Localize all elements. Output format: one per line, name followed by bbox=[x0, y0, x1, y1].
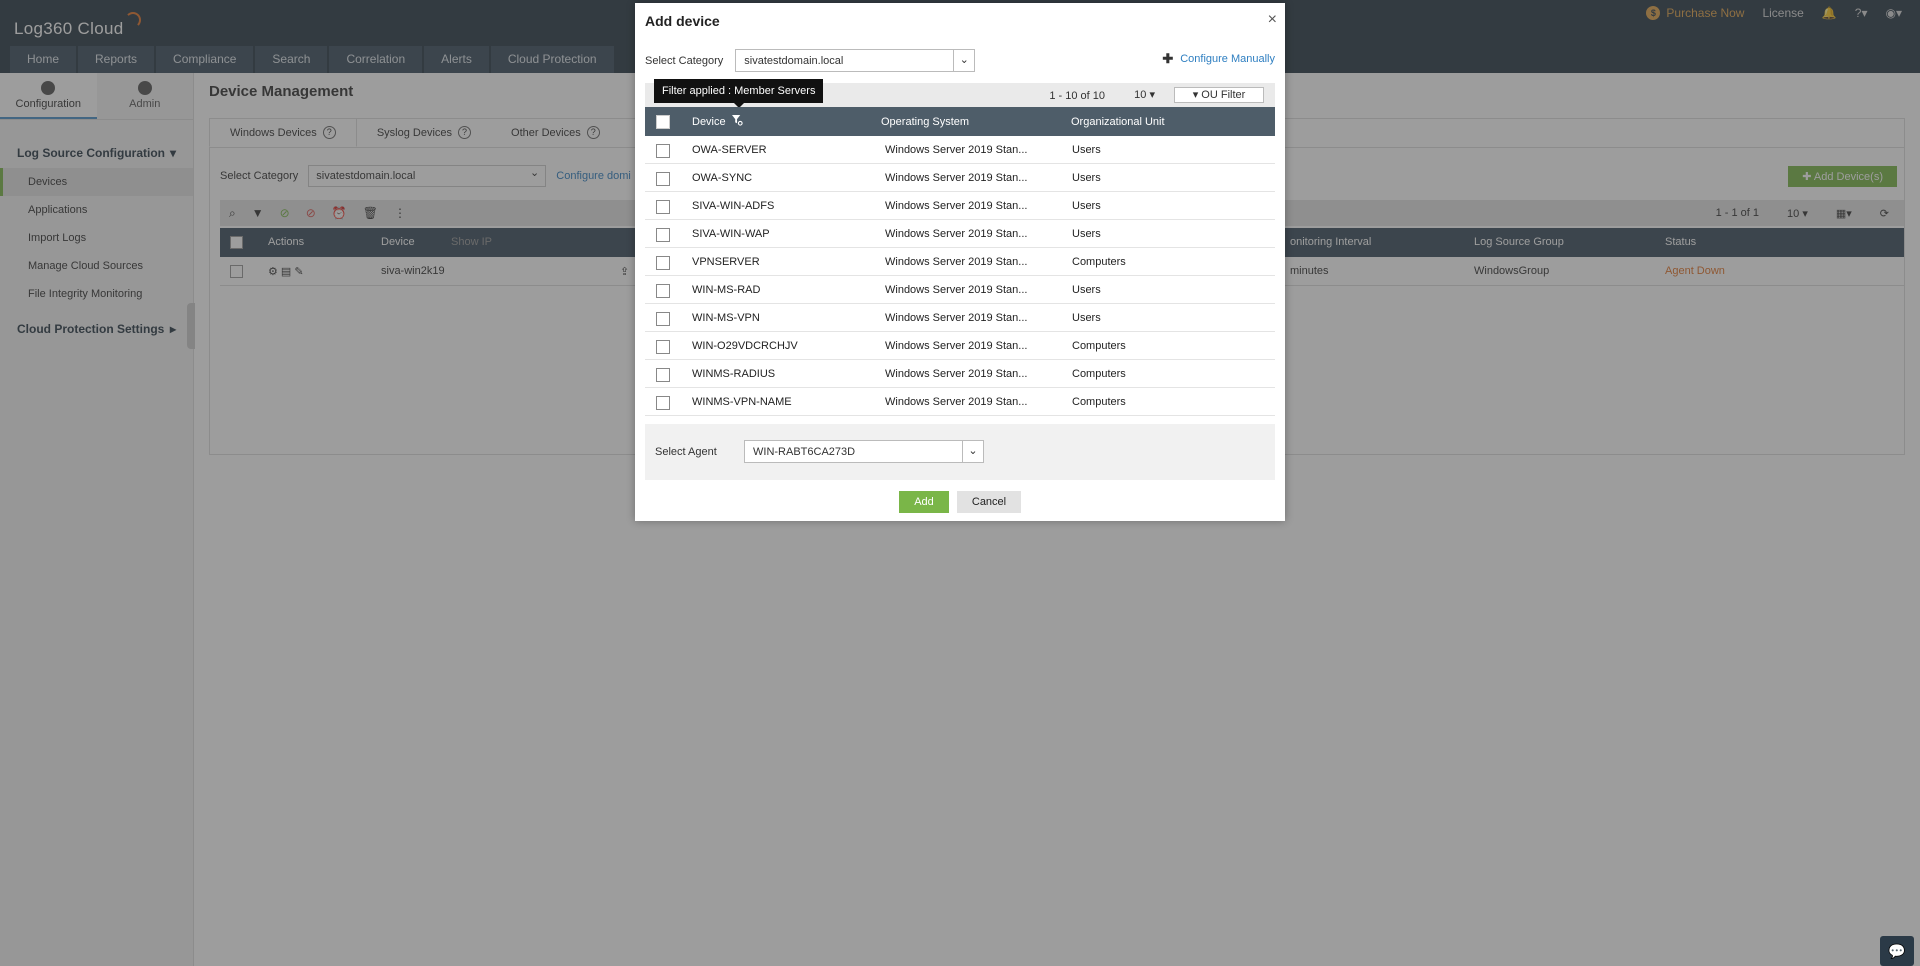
table-row[interactable]: SIVA-WIN-WAP Windows Server 2019 Stan... U… bbox=[645, 220, 1275, 248]
cancel-button[interactable]: Cancel bbox=[957, 491, 1021, 513]
table-row[interactable]: VPNSERVER Windows Server 2019 Stan... Comp… bbox=[645, 248, 1275, 276]
row-checkbox[interactable] bbox=[656, 228, 670, 242]
table-row[interactable]: OWA-SERVER Windows Server 2019 Stan... Use… bbox=[645, 136, 1275, 164]
select-all-checkbox[interactable] bbox=[656, 115, 670, 129]
row-os: Windows Server 2019 Stan... bbox=[885, 228, 1028, 240]
row-os: Windows Server 2019 Stan... bbox=[885, 396, 1028, 408]
category-select[interactable]: sivatestdomain.local ⌄ bbox=[735, 49, 976, 72]
category-value: sivatestdomain.local bbox=[744, 55, 844, 67]
chat-icon[interactable]: 💬 bbox=[1880, 936, 1914, 966]
row-device: OWA-SERVER bbox=[692, 144, 767, 156]
row-device: WIN-O29VDCRCHJV bbox=[692, 340, 798, 352]
row-device: WINMS-VPN-NAME bbox=[692, 396, 792, 408]
row-checkbox[interactable] bbox=[656, 368, 670, 382]
funnel-icon: ▾ bbox=[1192, 89, 1199, 101]
close-icon[interactable]: × bbox=[1268, 11, 1277, 29]
row-device: SIVA-WIN-WAP bbox=[692, 228, 770, 240]
row-os: Windows Server 2019 Stan... bbox=[885, 284, 1028, 296]
row-ou: Computers bbox=[1072, 396, 1126, 408]
table-row[interactable]: SIVA-WIN-ADFS Windows Server 2019 Stan...… bbox=[645, 192, 1275, 220]
row-os: Windows Server 2019 Stan... bbox=[885, 368, 1028, 380]
row-ou: Users bbox=[1072, 200, 1101, 212]
add-button[interactable]: Add bbox=[899, 491, 949, 513]
row-os: Windows Server 2019 Stan... bbox=[885, 340, 1028, 352]
row-device: WIN-MS-VPN bbox=[692, 312, 760, 324]
row-checkbox[interactable] bbox=[656, 172, 670, 186]
perpage-value: 10 bbox=[1134, 89, 1147, 101]
row-checkbox[interactable] bbox=[656, 200, 670, 214]
ou-filter-label: OU Filter bbox=[1201, 89, 1246, 101]
filter-tooltip: Filter applied : Member Servers bbox=[654, 79, 824, 108]
table-row[interactable]: WIN-MS-VPN Windows Server 2019 Stan... Use… bbox=[645, 304, 1275, 332]
row-ou: Users bbox=[1072, 284, 1101, 296]
dialog-perpage-select[interactable]: 10 ▾ bbox=[1134, 88, 1155, 101]
plus-icon: ✚ bbox=[1162, 51, 1174, 66]
table-row[interactable]: WIN-O29VDCRCHJV Windows Server 2019 Stan.… bbox=[645, 332, 1275, 360]
row-checkbox[interactable] bbox=[656, 144, 670, 158]
row-checkbox[interactable] bbox=[656, 312, 670, 326]
configure-manually-link[interactable]: ✚ Configure Manually bbox=[1162, 51, 1275, 67]
dialog-pager: 1 - 10 of 10 bbox=[1049, 90, 1105, 102]
row-os: Windows Server 2019 Stan... bbox=[885, 256, 1028, 268]
row-os: Windows Server 2019 Stan... bbox=[885, 200, 1028, 212]
table-row[interactable]: WINMS-RADIUS Windows Server 2019 Stan... C… bbox=[645, 360, 1275, 388]
row-checkbox[interactable] bbox=[656, 340, 670, 354]
category-row: Select Category sivatestdomain.local ⌄ bbox=[645, 49, 976, 72]
category-label: Select Category bbox=[645, 54, 724, 67]
chevron-down-icon: ⌄ bbox=[953, 50, 974, 71]
row-ou: Users bbox=[1072, 228, 1101, 240]
device-table-header: Device Operating System Organizational U… bbox=[645, 107, 1275, 136]
row-device: VPNSERVER bbox=[692, 256, 760, 268]
row-os: Windows Server 2019 Stan... bbox=[885, 144, 1028, 156]
row-ou: Computers bbox=[1072, 340, 1126, 352]
row-ou: Users bbox=[1072, 172, 1101, 184]
row-ou: Computers bbox=[1072, 256, 1126, 268]
row-ou: Users bbox=[1072, 144, 1101, 156]
row-device: WINMS-RADIUS bbox=[692, 368, 776, 380]
row-checkbox[interactable] bbox=[656, 256, 670, 270]
add-device-dialog: Add device × Select Category sivatestdom… bbox=[635, 3, 1285, 521]
col-organizational-unit[interactable]: Organizational Unit bbox=[1071, 116, 1165, 128]
col-operating-system[interactable]: Operating System bbox=[881, 116, 969, 128]
row-device: OWA-SYNC bbox=[692, 172, 753, 184]
row-ou: Computers bbox=[1072, 368, 1126, 380]
table-row[interactable]: OWA-SYNC Windows Server 2019 Stan... Users bbox=[645, 164, 1275, 192]
row-checkbox[interactable] bbox=[656, 396, 670, 410]
table-row[interactable]: WINMS-VPN-NAME Windows Server 2019 Stan..… bbox=[645, 388, 1275, 416]
agent-label: Select Agent bbox=[655, 446, 717, 458]
configure-manually-label: Configure Manually bbox=[1180, 53, 1275, 65]
device-table: Device Operating System Organizational U… bbox=[645, 107, 1275, 416]
table-row[interactable]: WIN-MS-RAD Windows Server 2019 Stan... Use… bbox=[645, 276, 1275, 304]
dialog-toolbar: Filter applied : Member Servers 1 - 10 o… bbox=[645, 79, 1275, 108]
row-os: Windows Server 2019 Stan... bbox=[885, 312, 1028, 324]
col-device[interactable]: Device bbox=[692, 116, 726, 128]
row-ou: Users bbox=[1072, 312, 1101, 324]
row-device: SIVA-WIN-ADFS bbox=[692, 200, 775, 212]
row-checkbox[interactable] bbox=[656, 284, 670, 298]
agent-select[interactable]: WIN-RABT6CA273D ⌄ bbox=[744, 440, 984, 463]
agent-value: WIN-RABT6CA273D bbox=[753, 446, 856, 458]
agent-section: Select Agent WIN-RABT6CA273D ⌄ bbox=[645, 424, 1275, 480]
filter-applied-icon[interactable] bbox=[732, 115, 743, 126]
row-device: WIN-MS-RAD bbox=[692, 284, 761, 296]
chevron-down-icon: ⌄ bbox=[962, 441, 983, 462]
row-os: Windows Server 2019 Stan... bbox=[885, 172, 1028, 184]
dialog-title: Add device bbox=[645, 13, 720, 29]
ou-filter-button[interactable]: ▾ OU Filter bbox=[1174, 87, 1264, 103]
